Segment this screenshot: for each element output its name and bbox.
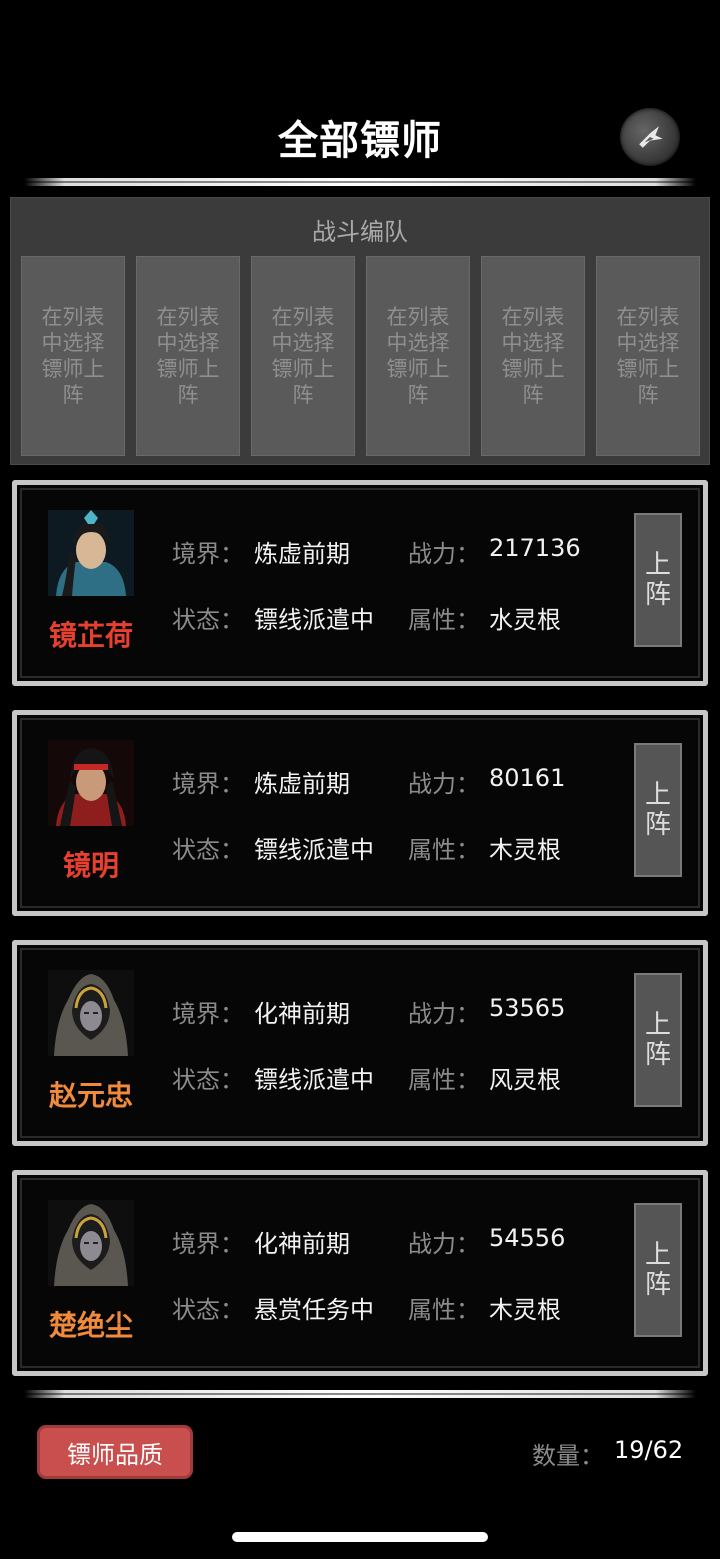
team-slot-2[interactable]: 在列表中选择镖师上阵: [136, 256, 240, 456]
count-value: 19/62: [614, 1436, 684, 1464]
team-slot-4[interactable]: 在列表中选择镖师上阵: [366, 256, 470, 456]
slot-hint: 在列表中选择镖师上阵: [386, 305, 450, 407]
team-slot-3[interactable]: 在列表中选择镖师上阵: [251, 256, 355, 456]
power-value: 54556: [489, 1224, 566, 1252]
deploy-label-top: 上: [644, 1240, 671, 1270]
slot-hint: 在列表中选择镖师上阵: [156, 305, 220, 407]
attribute-label: 属性：: [408, 836, 480, 864]
attribute-value: 风灵根: [489, 1066, 561, 1094]
team-slot-1[interactable]: 在列表中选择镖师上阵: [21, 256, 125, 456]
slot-hint: 在列表中选择镖师上阵: [41, 305, 105, 407]
status-label: 状态：: [172, 1296, 244, 1324]
hero-card[interactable]: 赵元忠 境界： 化神前期 战力： 53565 状态： 镖线派遣中 属性： 风灵根…: [12, 940, 708, 1146]
team-title: 战斗编队: [312, 218, 408, 246]
hero-name: 赵元忠: [48, 1079, 133, 1112]
realm-value: 化神前期: [254, 1000, 350, 1028]
deploy-label-bottom: 阵: [644, 1040, 671, 1070]
attribute-label: 属性：: [408, 1066, 480, 1094]
hero-name: 楚绝尘: [48, 1309, 133, 1342]
close-button[interactable]: [620, 108, 680, 166]
home-indicator[interactable]: [232, 1532, 488, 1542]
hooded-figure-portrait-icon: [48, 1200, 134, 1286]
status-value: 镖线派遣中: [254, 1066, 374, 1094]
hero-name: 镜明: [62, 849, 119, 882]
power-value: 80161: [489, 764, 566, 792]
hero-card[interactable]: 楚绝尘 境界： 化神前期 战力： 54556 状态： 悬赏任务中 属性： 木灵根…: [12, 1170, 708, 1376]
deploy-button[interactable]: 上 阵: [634, 973, 682, 1107]
deploy-label-top: 上: [644, 780, 671, 810]
realm-label: 境界：: [172, 1230, 244, 1258]
deploy-label-bottom: 阵: [644, 1270, 671, 1300]
slot-hint: 在列表中选择镖师上阵: [616, 305, 680, 407]
deploy-button[interactable]: 上 阵: [634, 513, 682, 647]
deploy-label-top: 上: [644, 550, 671, 580]
status-value: 镖线派遣中: [254, 836, 374, 864]
warrior-blue-portrait-icon: [48, 510, 134, 596]
realm-value: 化神前期: [254, 1230, 350, 1258]
realm-label: 境界：: [172, 770, 244, 798]
deploy-button[interactable]: 上 阵: [634, 743, 682, 877]
power-label: 战力：: [408, 540, 480, 568]
attribute-value: 木灵根: [489, 1296, 561, 1324]
power-value: 217136: [489, 534, 581, 562]
attribute-label: 属性：: [408, 606, 480, 634]
slot-hint: 在列表中选择镖师上阵: [271, 305, 335, 407]
status-label: 状态：: [172, 836, 244, 864]
attribute-value: 木灵根: [489, 836, 561, 864]
team-slot-6[interactable]: 在列表中选择镖师上阵: [596, 256, 700, 456]
deploy-label-top: 上: [644, 1010, 671, 1040]
deploy-label-bottom: 阵: [644, 580, 671, 610]
hero-card[interactable]: 镜明 境界： 炼虚前期 战力： 80161 状态： 镖线派遣中 属性： 木灵根 …: [12, 710, 708, 916]
header-divider: [24, 178, 696, 186]
footer-divider: [24, 1390, 696, 1398]
power-label: 战力：: [408, 1000, 480, 1028]
deploy-button[interactable]: 上 阵: [634, 1203, 682, 1337]
warrior-red-headband-portrait-icon: [48, 740, 134, 826]
count-label: 数量：: [532, 1442, 604, 1470]
hero-name: 镜芷荷: [48, 619, 133, 652]
attribute-value: 水灵根: [489, 606, 561, 634]
page-title: 全部镖师: [278, 118, 442, 164]
hero-quality-button[interactable]: 镖师品质: [40, 1428, 190, 1476]
realm-value: 炼虚前期: [254, 540, 350, 568]
status-label: 状态：: [172, 606, 244, 634]
team-slot-5[interactable]: 在列表中选择镖师上阵: [481, 256, 585, 456]
hooded-figure-portrait-icon: [48, 970, 134, 1056]
battle-team-panel: 战斗编队 在列表中选择镖师上阵 在列表中选择镖师上阵 在列表中选择镖师上阵 在列…: [10, 197, 710, 465]
power-label: 战力：: [408, 770, 480, 798]
deploy-label-bottom: 阵: [644, 810, 671, 840]
realm-value: 炼虚前期: [254, 770, 350, 798]
power-label: 战力：: [408, 1230, 480, 1258]
realm-label: 境界：: [172, 1000, 244, 1028]
attribute-label: 属性：: [408, 1296, 480, 1324]
bird-close-icon: [639, 126, 663, 148]
realm-label: 境界：: [172, 540, 244, 568]
status-value: 镖线派遣中: [254, 606, 374, 634]
status-value: 悬赏任务中: [254, 1296, 374, 1324]
status-label: 状态：: [172, 1066, 244, 1094]
hero-card[interactable]: 镜芷荷 境界： 炼虚前期 战力： 217136 状态： 镖线派遣中 属性： 水灵…: [12, 480, 708, 686]
power-value: 53565: [489, 994, 566, 1022]
slot-hint: 在列表中选择镖师上阵: [501, 305, 565, 407]
